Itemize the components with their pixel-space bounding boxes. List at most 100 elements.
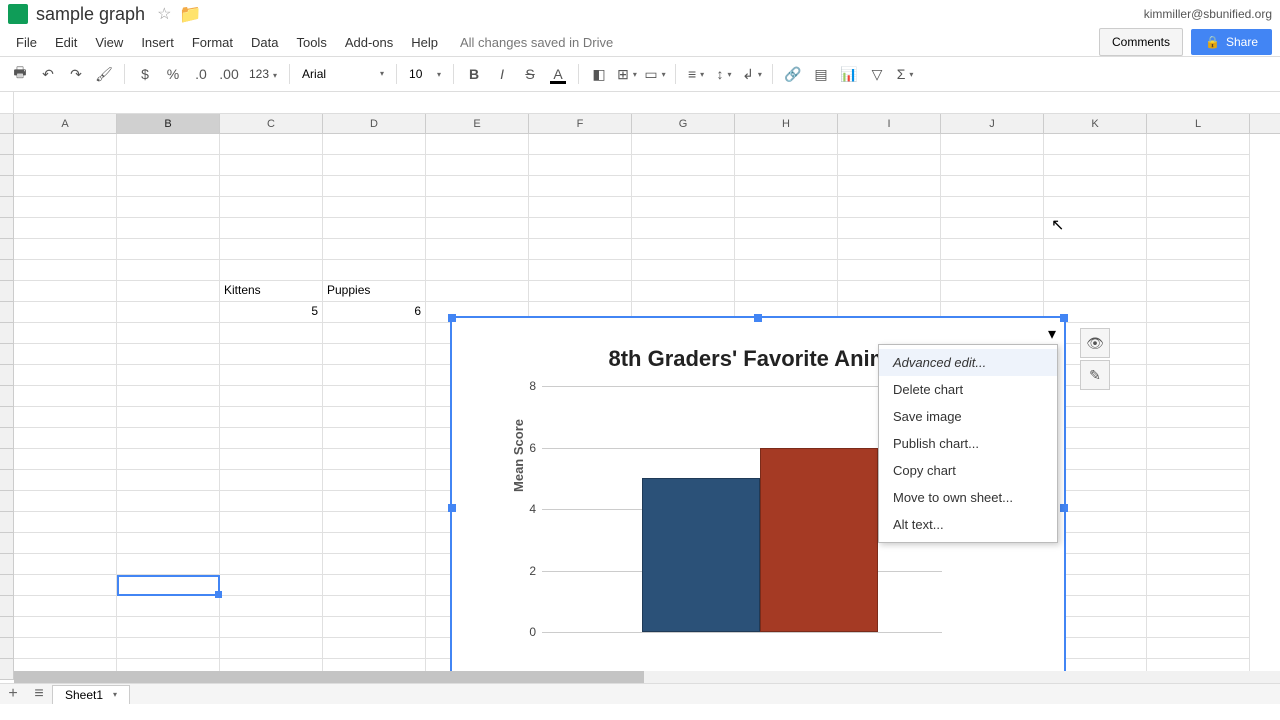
cell[interactable] <box>14 638 117 659</box>
print-icon[interactable]: 🖶 <box>8 62 32 86</box>
row-header[interactable] <box>0 260 14 281</box>
cell[interactable] <box>117 554 220 575</box>
cell[interactable] <box>117 218 220 239</box>
cell[interactable] <box>14 155 117 176</box>
row-header[interactable] <box>0 470 14 491</box>
cell[interactable] <box>426 176 529 197</box>
cell[interactable] <box>1044 155 1147 176</box>
cell[interactable] <box>14 323 117 344</box>
cell[interactable] <box>220 323 323 344</box>
all-sheets-button[interactable]: ≡ <box>26 685 52 703</box>
cell[interactable] <box>117 260 220 281</box>
menu-edit[interactable]: Edit <box>47 31 85 54</box>
cell[interactable] <box>1044 134 1147 155</box>
cell[interactable] <box>735 239 838 260</box>
cell[interactable] <box>941 218 1044 239</box>
link-icon[interactable]: 🔗 <box>781 62 805 86</box>
cell[interactable] <box>426 281 529 302</box>
cell[interactable] <box>1147 386 1250 407</box>
fill-color-icon[interactable]: ◧ <box>587 62 611 86</box>
row-header[interactable] <box>0 554 14 575</box>
cell[interactable] <box>1147 512 1250 533</box>
cell[interactable] <box>220 533 323 554</box>
cell[interactable] <box>220 407 323 428</box>
cell[interactable] <box>838 218 941 239</box>
sheet-tab-1[interactable]: Sheet1▾ <box>52 685 130 704</box>
cell[interactable] <box>941 281 1044 302</box>
cell[interactable] <box>117 281 220 302</box>
cell[interactable] <box>1147 407 1250 428</box>
cell[interactable] <box>941 134 1044 155</box>
italic-button[interactable]: I <box>490 62 514 86</box>
col-header-A[interactable]: A <box>14 114 117 133</box>
cell[interactable] <box>1147 344 1250 365</box>
cell[interactable] <box>632 197 735 218</box>
select-all-corner[interactable] <box>0 114 14 133</box>
cell[interactable] <box>838 281 941 302</box>
cell[interactable] <box>14 491 117 512</box>
cell[interactable] <box>838 155 941 176</box>
cell[interactable] <box>735 155 838 176</box>
row-header[interactable] <box>0 638 14 659</box>
cell[interactable] <box>941 239 1044 260</box>
cell[interactable] <box>220 365 323 386</box>
cell[interactable]: Kittens <box>220 281 323 302</box>
cell[interactable] <box>117 239 220 260</box>
cell[interactable] <box>117 617 220 638</box>
cell[interactable] <box>735 281 838 302</box>
cell[interactable] <box>1147 365 1250 386</box>
cell[interactable]: 6 <box>323 302 426 323</box>
cell[interactable] <box>220 449 323 470</box>
cell[interactable] <box>323 218 426 239</box>
cell[interactable] <box>14 449 117 470</box>
cell[interactable] <box>323 575 426 596</box>
cell[interactable] <box>632 239 735 260</box>
cell[interactable] <box>1147 302 1250 323</box>
row-header[interactable] <box>0 239 14 260</box>
cell[interactable] <box>323 470 426 491</box>
chevron-down-icon[interactable]: ▾ <box>113 690 117 699</box>
row-header[interactable] <box>0 218 14 239</box>
chart-edit-icon[interactable]: ✎ <box>1080 360 1110 390</box>
cell[interactable] <box>1147 554 1250 575</box>
cell[interactable] <box>14 596 117 617</box>
cell[interactable] <box>323 176 426 197</box>
cell[interactable] <box>1147 239 1250 260</box>
cell[interactable] <box>838 239 941 260</box>
cell[interactable] <box>117 512 220 533</box>
cell[interactable] <box>1147 575 1250 596</box>
cell[interactable] <box>117 323 220 344</box>
row-header[interactable] <box>0 134 14 155</box>
cell[interactable] <box>323 197 426 218</box>
percent-button[interactable]: % <box>161 62 185 86</box>
cell[interactable] <box>117 302 220 323</box>
ctx-publish-chart[interactable]: Publish chart... <box>879 430 1057 457</box>
merge-cells-icon[interactable]: ▭▾ <box>643 62 667 86</box>
cell[interactable] <box>14 470 117 491</box>
cell[interactable] <box>1147 638 1250 659</box>
cell[interactable] <box>323 449 426 470</box>
cell[interactable] <box>1147 533 1250 554</box>
cell[interactable] <box>323 491 426 512</box>
cell[interactable] <box>14 554 117 575</box>
row-header[interactable] <box>0 344 14 365</box>
cell[interactable] <box>1147 449 1250 470</box>
row-header[interactable] <box>0 365 14 386</box>
row-header[interactable] <box>0 323 14 344</box>
cell[interactable] <box>941 260 1044 281</box>
cell[interactable] <box>1147 281 1250 302</box>
resize-handle-e[interactable] <box>1060 504 1068 512</box>
cell[interactable] <box>838 176 941 197</box>
cell[interactable]: Puppies <box>323 281 426 302</box>
cell[interactable] <box>838 134 941 155</box>
cell[interactable] <box>117 407 220 428</box>
row-header[interactable] <box>0 407 14 428</box>
cell[interactable] <box>1044 239 1147 260</box>
cell[interactable] <box>220 638 323 659</box>
cell[interactable] <box>632 260 735 281</box>
increase-decimal-icon[interactable]: .00 <box>217 62 241 86</box>
cell[interactable] <box>220 575 323 596</box>
cell[interactable] <box>529 218 632 239</box>
cell[interactable]: 5 <box>220 302 323 323</box>
col-header-I[interactable]: I <box>838 114 941 133</box>
